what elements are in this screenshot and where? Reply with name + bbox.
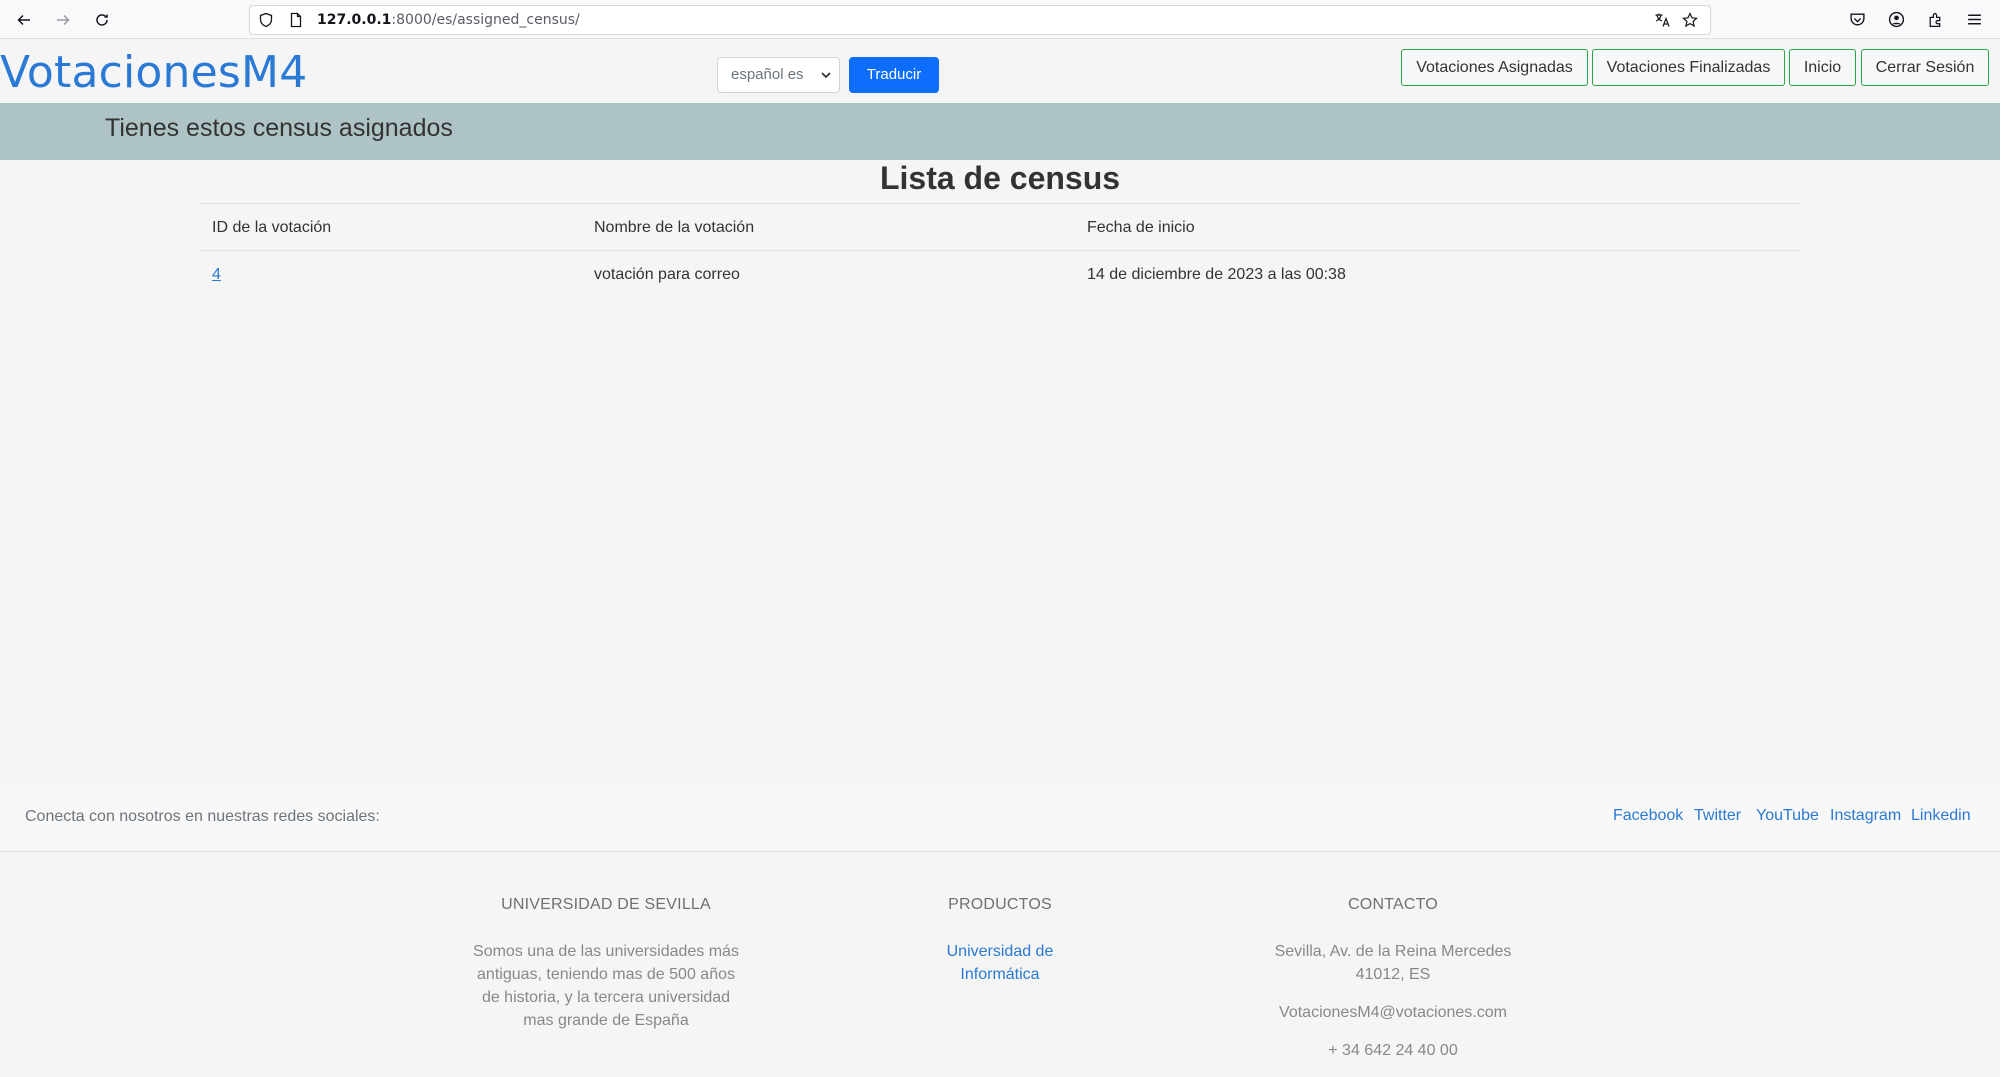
footer-contact-heading: Contacto [1348,896,1438,913]
cell-start-date: 14 de diciembre de 2023 a las 00:38 [1087,265,1346,283]
products-link-line: Informática [960,966,1040,983]
table-row: 4 votación para correo 14 de diciembre d… [199,251,1801,299]
site-footer: Universidad de Sevilla Somos una de las … [0,852,2000,1077]
forward-icon[interactable] [51,8,75,32]
footer-university-line: de historia, y la tercera universidad [481,989,731,1006]
contact-address-line: Sevilla, Av. de la Reina Mercedes [1274,943,1512,960]
brand-logo[interactable]: VotacionesM4 [0,47,307,98]
bookmark-star-icon[interactable] [1682,12,1698,28]
products-link-line: Universidad de [946,943,1054,960]
pocket-icon[interactable] [1846,8,1868,30]
youtube-link[interactable]: YouTube [1756,807,1819,825]
browser-toolbar: 127.0.0.1:8000/es/assigned_census/ [0,0,2000,39]
page-icon [290,12,302,28]
contact-email: VotacionesM4@votaciones.com [1279,1004,1507,1021]
url-host: 127.0.0.1 [317,12,392,28]
reload-icon[interactable] [90,8,114,32]
voting-id-link[interactable]: 4 [212,266,221,283]
social-text: Conecta con nosotros en nuestras redes s… [25,808,380,825]
linkedin-link[interactable]: Linkedin [1911,807,1971,825]
nav-logout[interactable]: Cerrar Sesión [1861,49,1989,86]
nav-finished-votings[interactable]: Votaciones Finalizadas [1592,49,1785,86]
table-header-row: ID de la votación Nombre de la votación … [199,203,1801,251]
language-select[interactable]: español es [717,57,840,93]
extensions-icon[interactable] [1924,8,1946,30]
products-link[interactable]: Universidad de Informática [890,940,1110,986]
chevron-down-icon [821,72,831,79]
footer-university: Universidad de Sevilla Somos una de las … [456,896,756,1032]
shield-icon [259,12,273,28]
banner-text: Tienes estos census asignados [105,114,453,142]
translate-page-icon[interactable] [1654,12,1670,28]
footer-contact: Contacto Sevilla, Av. de la Reina Merced… [1243,896,1543,1062]
cell-name: votación para correo [594,265,740,283]
column-header-name: Nombre de la votación [581,203,1074,251]
contact-phone: + 34 642 24 40 00 [1328,1042,1458,1059]
footer-university-heading: Universidad de Sevilla [501,896,711,913]
account-icon[interactable] [1885,8,1907,30]
footer-products-heading: Productos [948,896,1052,913]
twitter-link[interactable]: Twitter [1694,807,1741,825]
contact-address-line: 41012, ES [1355,966,1431,983]
census-table: ID de la votación Nombre de la votación … [199,203,1801,299]
menu-icon[interactable] [1963,8,1985,30]
facebook-link[interactable]: Facebook [1613,807,1683,825]
footer-university-line: Somos una de las universidades más [473,943,739,960]
site-header: VotacionesM4 español es Traducir Votacio… [0,39,2000,103]
column-header-id: ID de la votación [199,203,581,251]
footer-products: Productos Universidad de Informática [890,896,1110,986]
footer-university-line: antiguas, teniendo mas de 500 años [477,966,735,983]
url-path: :8000/es/assigned_census/ [391,12,580,28]
column-header-start: Fecha de inicio [1074,203,1801,251]
footer-university-line: mas grande de España [523,1012,689,1029]
back-icon[interactable] [12,8,36,32]
instagram-link[interactable]: Instagram [1830,807,1901,825]
url-text: 127.0.0.1:8000/es/assigned_census/ [317,12,580,28]
url-bar[interactable]: 127.0.0.1:8000/es/assigned_census/ [249,5,1711,35]
social-bar: Conecta con nosotros en nuestras redes s… [0,783,2000,852]
page-title: Lista de census [879,160,1121,196]
translate-button[interactable]: Traducir [849,57,939,93]
language-select-value: español es [731,66,804,83]
assigned-banner: Tienes estos census asignados [0,103,2000,160]
cell-id: 4 [199,251,581,299]
nav-assigned-votings[interactable]: Votaciones Asignadas [1401,49,1588,86]
nav-home[interactable]: Inicio [1789,49,1856,86]
